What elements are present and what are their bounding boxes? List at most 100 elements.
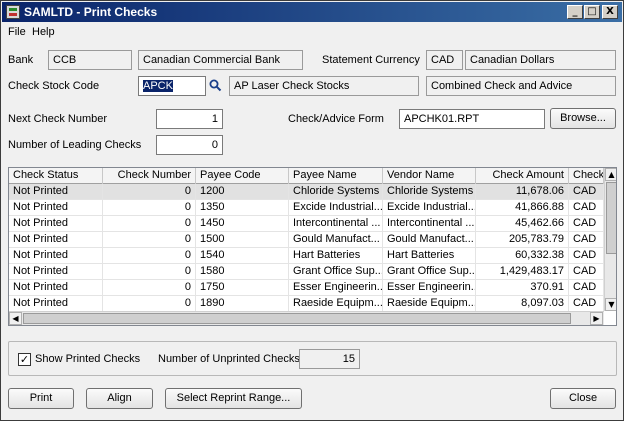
- cell-check-number: 0: [103, 200, 196, 216]
- column-header-check-status[interactable]: Check Status: [9, 168, 103, 184]
- table-row[interactable]: Not Printed 0 1890 Raeside Equipm... Rae…: [9, 296, 604, 312]
- table-row[interactable]: Not Printed 0 1200 Chloride Systems Chlo…: [9, 184, 604, 200]
- column-header-check-currency[interactable]: Check: [569, 168, 604, 184]
- print-checks-window: SAMLTD - Print Checks _ □ X File Help Ba…: [0, 0, 624, 421]
- unprinted-checks-field: 15: [299, 349, 360, 369]
- grid-vertical-scrollbar[interactable]: ▲ ▼: [604, 168, 616, 311]
- show-printed-checks-checkbox[interactable]: ✓: [18, 353, 31, 366]
- unprinted-checks-label: Number of Unprinted Checks: [158, 353, 300, 365]
- cell-check-number: 0: [103, 248, 196, 264]
- cell-check-number: 0: [103, 184, 196, 200]
- column-header-vendor-name[interactable]: Vendor Name: [383, 168, 476, 184]
- scroll-left-arrow-icon[interactable]: ◀: [9, 312, 22, 325]
- column-header-check-number[interactable]: Check Number: [103, 168, 196, 184]
- cell-check-number: 0: [103, 264, 196, 280]
- cell-payee-code: 1540: [196, 248, 289, 264]
- check-stock-code-value: APCK: [143, 80, 173, 92]
- grid-header: Check Status Check Number Payee Code Pay…: [9, 168, 604, 184]
- cell-check-currency: CAD: [569, 296, 604, 312]
- cell-payee-code: 1450: [196, 216, 289, 232]
- cell-check-amount: 8,097.03: [476, 296, 569, 312]
- browse-button[interactable]: Browse...: [550, 108, 616, 129]
- cell-check-amount: 205,783.79: [476, 232, 569, 248]
- close-button[interactable]: Close: [550, 388, 616, 409]
- cell-check-amount: 11,678.06: [476, 184, 569, 200]
- cell-payee-code: 1750: [196, 280, 289, 296]
- cell-check-number: 0: [103, 296, 196, 312]
- window-title: SAMLTD - Print Checks: [24, 5, 158, 19]
- cell-payee-name: Intercontinental ...: [289, 216, 383, 232]
- cell-vendor-name: Esser Engineerin...: [383, 280, 476, 296]
- cell-check-currency: CAD: [569, 280, 604, 296]
- cell-payee-name: Gould Manufact...: [289, 232, 383, 248]
- cell-payee-name: Grant Office Sup...: [289, 264, 383, 280]
- maximize-button[interactable]: □: [584, 5, 600, 19]
- scroll-up-arrow-icon[interactable]: ▲: [605, 168, 616, 181]
- cell-check-status: Not Printed: [9, 280, 103, 296]
- cell-check-currency: CAD: [569, 232, 604, 248]
- cell-payee-name: Hart Batteries: [289, 248, 383, 264]
- horizontal-scroll-thumb[interactable]: [23, 313, 571, 324]
- app-icon: [6, 5, 20, 19]
- checks-grid[interactable]: Check Status Check Number Payee Code Pay…: [8, 167, 617, 326]
- menu-file[interactable]: File: [8, 26, 26, 38]
- next-check-number-input[interactable]: 1: [156, 109, 223, 129]
- options-group: ✓ Show Printed Checks Number of Unprinte…: [8, 341, 617, 376]
- check-stock-code-input[interactable]: APCK: [138, 76, 206, 96]
- cell-payee-name: Raeside Equipm...: [289, 296, 383, 312]
- leading-checks-label: Number of Leading Checks: [8, 139, 142, 151]
- menu-bar: File Help: [2, 23, 622, 41]
- cell-vendor-name: Intercontinental ...: [383, 216, 476, 232]
- check-advice-form-input[interactable]: APCHK01.RPT: [399, 109, 545, 129]
- title-bar[interactable]: SAMLTD - Print Checks _ □ X: [2, 2, 622, 22]
- menu-help[interactable]: Help: [32, 26, 55, 38]
- select-reprint-range-button[interactable]: Select Reprint Range...: [165, 388, 302, 409]
- cell-vendor-name: Raeside Equipm...: [383, 296, 476, 312]
- cell-check-status: Not Printed: [9, 232, 103, 248]
- show-printed-checks-label[interactable]: Show Printed Checks: [35, 353, 140, 365]
- cell-payee-code: 1350: [196, 200, 289, 216]
- check-stock-type-field: Combined Check and Advice: [426, 76, 616, 96]
- cell-check-amount: 1,429,483.17: [476, 264, 569, 280]
- table-row[interactable]: Not Printed 0 1540 Hart Batteries Hart B…: [9, 248, 604, 264]
- cell-check-number: 0: [103, 232, 196, 248]
- table-row[interactable]: Not Printed 0 1350 Excide Industrial... …: [9, 200, 604, 216]
- check-stock-label: Check Stock Code: [8, 80, 100, 92]
- table-row[interactable]: Not Printed 0 1580 Grant Office Sup... G…: [9, 264, 604, 280]
- print-button[interactable]: Print: [8, 388, 74, 409]
- leading-checks-input[interactable]: 0: [156, 135, 223, 155]
- bank-code-field: CCB: [48, 50, 132, 70]
- cell-check-status: Not Printed: [9, 184, 103, 200]
- cell-check-status: Not Printed: [9, 296, 103, 312]
- cell-check-currency: CAD: [569, 248, 604, 264]
- column-header-check-amount[interactable]: Check Amount: [476, 168, 569, 184]
- grid-horizontal-scrollbar[interactable]: ◀ ▶: [9, 311, 604, 325]
- cell-vendor-name: Gould Manufact...: [383, 232, 476, 248]
- cell-check-status: Not Printed: [9, 248, 103, 264]
- cell-check-amount: 41,866.88: [476, 200, 569, 216]
- magnifier-icon[interactable]: [208, 78, 222, 94]
- cell-vendor-name: Grant Office Sup...: [383, 264, 476, 280]
- cell-check-currency: CAD: [569, 184, 604, 200]
- align-button[interactable]: Align: [86, 388, 153, 409]
- currency-code-field: CAD: [426, 50, 463, 70]
- cell-check-number: 0: [103, 280, 196, 296]
- cell-payee-code: 1890: [196, 296, 289, 312]
- table-row[interactable]: Not Printed 0 1500 Gould Manufact... Gou…: [9, 232, 604, 248]
- cell-vendor-name: Hart Batteries: [383, 248, 476, 264]
- cell-check-currency: CAD: [569, 216, 604, 232]
- table-row[interactable]: Not Printed 0 1450 Intercontinental ... …: [9, 216, 604, 232]
- cell-check-amount: 45,462.66: [476, 216, 569, 232]
- column-header-payee-name[interactable]: Payee Name: [289, 168, 383, 184]
- scroll-down-arrow-icon[interactable]: ▼: [605, 298, 616, 311]
- close-window-button[interactable]: X: [602, 5, 618, 19]
- cell-payee-name: Esser Engineerin...: [289, 280, 383, 296]
- cell-check-amount: 60,332.38: [476, 248, 569, 264]
- vertical-scroll-thumb[interactable]: [606, 182, 616, 254]
- scroll-right-arrow-icon[interactable]: ▶: [590, 312, 603, 325]
- currency-name-field: Canadian Dollars: [465, 50, 616, 70]
- cell-payee-code: 1500: [196, 232, 289, 248]
- column-header-payee-code[interactable]: Payee Code: [196, 168, 289, 184]
- table-row[interactable]: Not Printed 0 1750 Esser Engineerin... E…: [9, 280, 604, 296]
- minimize-button[interactable]: _: [567, 5, 583, 19]
